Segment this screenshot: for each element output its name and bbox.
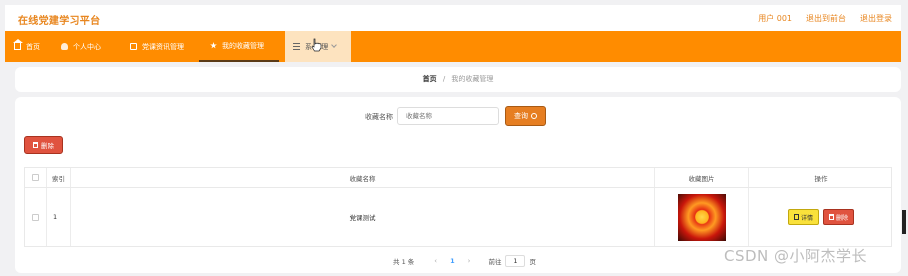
menu-icon — [293, 43, 300, 50]
row-delete-button[interactable]: 删除 — [823, 209, 855, 225]
detail-button-label: 详情 — [800, 214, 813, 222]
goto-prefix: 前往 — [488, 258, 502, 266]
breadcrumb-home[interactable]: 首页 — [423, 75, 437, 83]
scrollbar-thumb[interactable] — [902, 210, 906, 234]
party-emblem-image[interactable] — [677, 193, 726, 241]
search-icon — [531, 113, 537, 119]
row-image-cell — [655, 188, 749, 246]
trash-icon — [829, 214, 834, 220]
header-name: 收藏名称 — [71, 168, 655, 187]
nav-item-party-course-news[interactable]: 党课资讯管理 — [130, 31, 184, 62]
goto-page-input[interactable]: 1 — [505, 255, 526, 267]
main-nav: 首页 个人中心 党课资讯管理 我的收藏管理 系 管理 — [5, 31, 901, 62]
chevron-down-icon — [331, 42, 338, 48]
breadcrumb-current: 我的收藏管理 — [451, 75, 494, 83]
row-checkbox[interactable] — [32, 213, 39, 221]
breadcrumb: 首页 / 我的收藏管理 — [15, 67, 901, 92]
prev-page-button[interactable]: ‹ — [434, 257, 437, 265]
header-index: 索引 — [47, 168, 71, 187]
row-actions: 详情 删除 — [749, 188, 893, 246]
star-icon — [210, 42, 217, 49]
user-icon — [61, 43, 68, 50]
breadcrumb-separator: / — [442, 75, 446, 83]
home-icon — [13, 39, 23, 50]
nav-item-label: 党课资讯管理 — [142, 42, 184, 51]
delete-button-label: 删除 — [41, 142, 54, 150]
watermark: CSDN @小阿杰学长 — [724, 247, 868, 265]
header-actions: 操作 — [814, 174, 828, 183]
nav-item-label: 个人中心 — [73, 42, 101, 51]
header-links: 用户 001 退出到前台 退出登录 — [758, 13, 892, 24]
row-select-cell — [25, 188, 47, 246]
top-header: 在线党建学习平台 用户 001 退出到前台 退出登录 — [5, 5, 901, 31]
row-delete-label: 删除 — [836, 214, 849, 222]
select-all-checkbox[interactable] — [32, 174, 39, 181]
pagination: 共 1 条 ‹ 1 › 前往 1 页 — [393, 254, 536, 268]
favorites-table: 索引 收藏名称 收藏图片 操作 1 党课测试 详情 删除 — [24, 167, 892, 247]
book-icon — [130, 43, 137, 50]
exit-to-frontend-link[interactable]: 退出到前台 — [806, 13, 846, 24]
detail-button[interactable]: 详情 — [787, 209, 819, 225]
nav-item-personal-center[interactable]: 个人中心 — [61, 31, 101, 62]
search-button-label: 查询 — [514, 112, 528, 120]
logout-link[interactable]: 退出登录 — [860, 13, 892, 24]
pagination-total: 共 1 条 — [393, 258, 415, 266]
goto-suffix: 页 — [529, 258, 536, 266]
row-name: 党课测试 — [71, 188, 655, 246]
row-index: 1 — [47, 188, 71, 246]
next-page-button[interactable]: › — [468, 257, 471, 265]
batch-delete-button[interactable]: 删除 — [24, 136, 63, 154]
header-select-cell — [25, 168, 47, 187]
hand-cursor-icon — [311, 38, 322, 52]
header-image: 收藏图片 — [655, 168, 749, 187]
trash-icon — [33, 142, 38, 148]
nav-item-label: 我的收藏管理 — [222, 41, 264, 50]
document-icon — [793, 214, 799, 220]
user-link[interactable]: 用户 001 — [758, 13, 792, 24]
app-title: 在线党建学习平台 — [18, 16, 101, 27]
page-number-current[interactable]: 1 — [450, 257, 455, 265]
nav-item-label: 首页 — [26, 42, 40, 51]
search-button[interactable]: 查询 — [505, 106, 546, 126]
table-header: 索引 收藏名称 收藏图片 操作 — [25, 168, 891, 188]
table-row: 1 党课测试 详情 删除 — [25, 188, 891, 246]
search-label: 收藏名称 — [365, 113, 393, 121]
nav-item-home[interactable]: 首页 — [13, 31, 40, 62]
search-input[interactable] — [397, 107, 499, 125]
nav-item-my-favorites[interactable]: 我的收藏管理 — [199, 31, 279, 62]
